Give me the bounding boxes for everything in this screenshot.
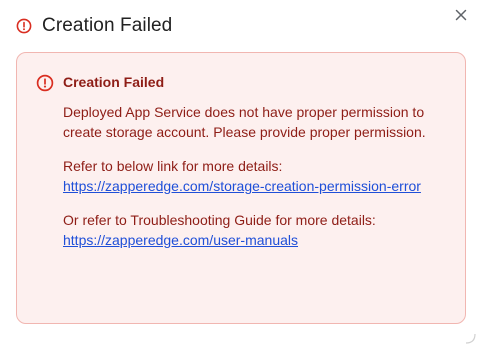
alert-message: Deployed App Service does not have prope… <box>63 104 426 140</box>
user-manuals-link[interactable]: https://zapperedge.com/user-manuals <box>63 230 447 250</box>
dialog-header: Creation Failed <box>14 12 440 40</box>
close-button[interactable] <box>450 6 472 28</box>
error-alert: Creation Failed Deployed App Service doe… <box>16 52 466 324</box>
alert-title: Creation Failed <box>63 74 165 90</box>
refer-text: Refer to below link for more details: <box>63 158 283 174</box>
creation-failed-dialog: Creation Failed Creation Failed Deployed… <box>0 0 480 347</box>
close-icon <box>455 8 467 26</box>
resize-handle-icon[interactable] <box>464 331 476 344</box>
error-circle-icon <box>36 74 54 92</box>
permission-error-link[interactable]: https://zapperedge.com/storage-creation-… <box>63 176 447 196</box>
troubleshooting-text: Or refer to Troubleshooting Guide for mo… <box>63 212 376 228</box>
error-circle-icon <box>16 18 32 34</box>
dialog-title: Creation Failed <box>42 15 173 36</box>
